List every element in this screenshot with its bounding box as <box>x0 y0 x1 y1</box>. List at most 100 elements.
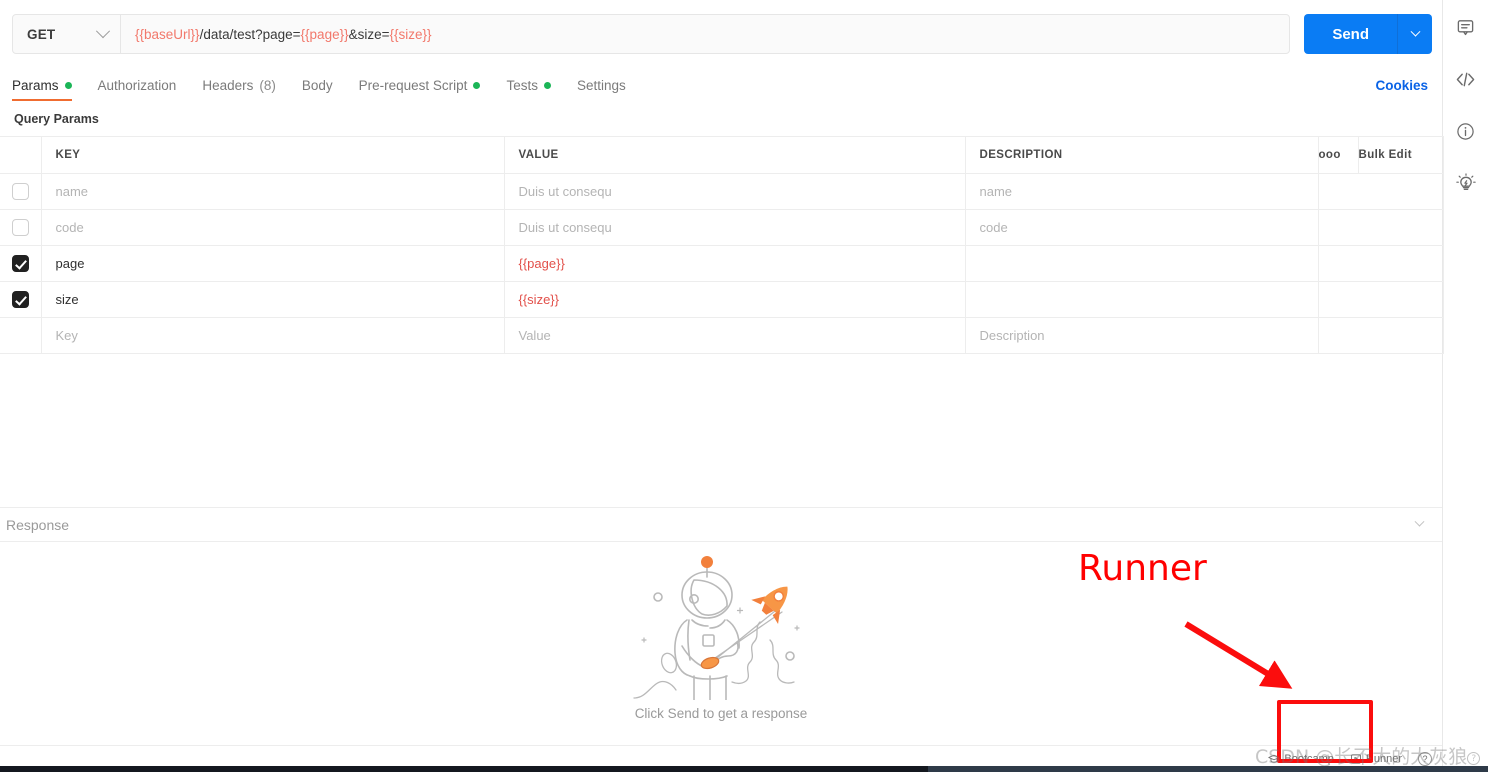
postman-request-window: GET {{baseUrl}}/data/test?page= {{page}} &… <box>0 0 1488 772</box>
lightbulb-icon[interactable] <box>1454 171 1478 195</box>
row-value-cell[interactable]: Duis ut consequ <box>504 173 966 210</box>
row-key-cell[interactable]: code <box>41 209 505 246</box>
url-var-page: {{page}} <box>300 26 349 42</box>
tab-settings[interactable]: Settings <box>564 78 639 101</box>
response-body: Click Send to get a response <box>0 542 1442 745</box>
chevron-down-icon <box>1414 516 1425 527</box>
row-key-cell[interactable]: Key <box>41 317 505 354</box>
row-value: Duis ut consequ <box>518 220 612 235</box>
row-trailing-cell <box>1318 245 1444 282</box>
tab-pre-request-script[interactable]: Pre-request Script <box>346 78 494 101</box>
row-key-cell[interactable]: page <box>41 245 505 282</box>
header-key: KEY <box>41 136 505 174</box>
response-empty-caption: Click Send to get a response <box>634 706 808 721</box>
row-description-placeholder: Description <box>979 328 1045 343</box>
tab-params[interactable]: Params <box>12 78 85 101</box>
row-description-cell[interactable]: Description <box>965 317 1319 354</box>
code-icon[interactable] <box>1454 67 1478 91</box>
row-description-cell[interactable]: name <box>965 173 1319 210</box>
row-key-placeholder: Key <box>55 328 78 343</box>
query-params-title: Query Params <box>14 112 99 126</box>
row-trailing-cell <box>1318 209 1444 246</box>
row-key-cell[interactable]: size <box>41 281 505 318</box>
query-params-table-wrap: KEY VALUE DESCRIPTION ooo Bulk Edit name… <box>0 136 1444 354</box>
chevron-down-icon <box>1410 26 1420 37</box>
info-icon[interactable] <box>1454 119 1478 143</box>
chevron-down-icon <box>95 24 111 39</box>
tab-authorization[interactable]: Authorization <box>85 78 190 101</box>
status-dot <box>64 82 72 89</box>
tab-label: Authorization <box>97 78 177 93</box>
tab-label: Settings <box>576 78 626 93</box>
footer-bootcamp-button[interactable]: Bootcamp <box>1268 753 1334 765</box>
url-var-baseurl: {{baseUrl}} <box>135 26 200 42</box>
right-sidebar-rail <box>1443 0 1488 772</box>
send-button-group: Send <box>1304 14 1432 54</box>
url-bar-row: GET {{baseUrl}}/data/test?page= {{page}} &… <box>0 0 1442 68</box>
row-description: name <box>979 184 1013 199</box>
runner-icon <box>1350 754 1361 764</box>
row-checkbox-cell <box>0 245 42 282</box>
table-more-options-button[interactable]: ooo <box>1318 136 1359 174</box>
query-params-table: KEY VALUE DESCRIPTION ooo Bulk Edit name… <box>0 136 1444 354</box>
footer-help-button[interactable]: ? <box>1418 752 1432 766</box>
tab-count: (8) <box>259 78 276 93</box>
row-description-cell[interactable] <box>965 281 1319 318</box>
comment-icon[interactable] <box>1454 15 1478 39</box>
row-key: size <box>55 292 79 307</box>
table-row: page {{page}} <box>0 245 1444 282</box>
table-row: size {{size}} <box>0 281 1444 318</box>
table-header-row: KEY VALUE DESCRIPTION ooo Bulk Edit <box>0 136 1444 174</box>
graduation-cap-icon <box>1268 754 1281 763</box>
row-trailing-cell <box>1318 173 1444 210</box>
row-checkbox[interactable] <box>11 183 29 200</box>
header-value: VALUE <box>504 136 966 174</box>
astronaut-rocket-illustration <box>633 556 800 700</box>
tab-tests[interactable]: Tests <box>493 78 564 101</box>
url-input[interactable]: {{baseUrl}}/data/test?page= {{page}} &size… <box>121 15 1289 53</box>
response-empty-state: Click Send to get a response <box>571 550 871 721</box>
http-method-label: GET <box>27 26 56 42</box>
row-description-cell[interactable]: code <box>965 209 1319 246</box>
bulk-edit-button[interactable]: Bulk Edit <box>1358 136 1444 174</box>
request-tabs-row: Params Authorization Headers (8) Body Pr… <box>0 68 1442 101</box>
row-value-cell[interactable]: Duis ut consequ <box>504 209 966 246</box>
row-value-cell[interactable]: Value <box>504 317 966 354</box>
row-value: {{page}} <box>518 256 565 271</box>
footer-bootcamp-label: Bootcamp <box>1284 753 1334 765</box>
url-input-group: GET {{baseUrl}}/data/test?page= {{page}} &… <box>12 14 1291 54</box>
url-amp-size: &size= <box>348 26 390 42</box>
response-collapse-button[interactable] <box>1397 516 1442 528</box>
row-value-cell[interactable]: {{page}} <box>504 245 966 282</box>
status-dot <box>473 82 481 89</box>
header-key-label: KEY <box>55 149 81 161</box>
row-key: page <box>55 256 85 271</box>
bottom-taskbar-strip <box>0 766 1488 772</box>
params-empty-space <box>0 354 1442 507</box>
cookies-link[interactable]: Cookies <box>1375 78 1428 101</box>
http-method-select[interactable]: GET <box>13 15 121 53</box>
response-label: Response <box>6 516 70 533</box>
row-checkbox-cell <box>0 173 42 210</box>
row-value-cell[interactable]: {{size}} <box>504 281 966 318</box>
main-column: GET {{baseUrl}}/data/test?page= {{page}} &… <box>0 0 1444 772</box>
send-options-button[interactable] <box>1398 14 1432 54</box>
row-description-cell[interactable] <box>965 245 1319 282</box>
row-checkbox[interactable] <box>11 291 29 308</box>
row-checkbox[interactable] <box>11 255 29 272</box>
status-dot <box>543 82 551 89</box>
row-trailing-cell <box>1318 317 1444 354</box>
footer-runner-button[interactable]: Runner <box>1350 753 1402 765</box>
row-checkbox-cell <box>0 209 42 246</box>
send-button[interactable]: Send <box>1304 14 1398 54</box>
row-trailing-cell <box>1318 281 1444 318</box>
row-checkbox[interactable] <box>11 219 29 236</box>
row-key-cell[interactable]: name <box>41 173 505 210</box>
table-row: Key Value Description <box>0 317 1444 354</box>
table-row: name Duis ut consequ name <box>0 173 1444 210</box>
tab-label: Body <box>301 78 333 93</box>
tab-headers[interactable]: Headers (8) <box>189 78 289 101</box>
row-key: name <box>55 184 89 199</box>
tab-body[interactable]: Body <box>289 78 346 101</box>
tab-label: Params <box>12 78 59 93</box>
